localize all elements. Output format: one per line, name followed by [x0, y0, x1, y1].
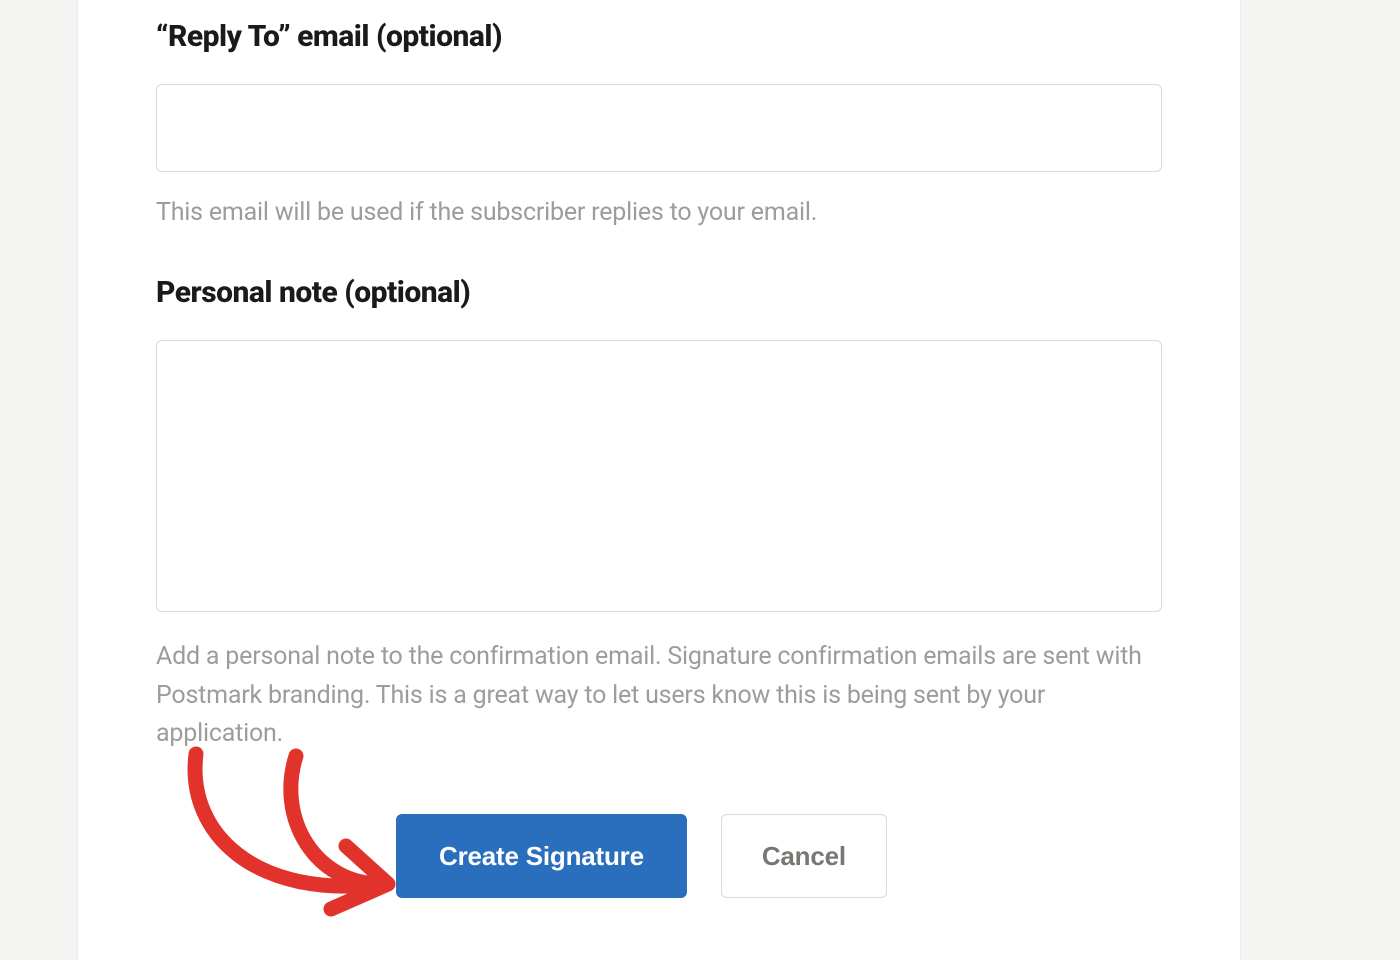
cancel-button[interactable]: Cancel	[721, 814, 887, 898]
reply-to-help: This email will be used if the subscribe…	[156, 194, 1162, 233]
form-card: “Reply To” email (optional) This email w…	[78, 0, 1240, 960]
personal-note-textarea[interactable]	[156, 340, 1162, 612]
reply-to-input[interactable]	[156, 84, 1162, 172]
annotation-arrow-icon	[156, 734, 416, 934]
personal-note-help: Add a personal note to the confirmation …	[156, 638, 1162, 754]
form-actions: Create Signature Cancel	[156, 814, 1162, 898]
personal-note-label: Personal note (optional)	[156, 274, 1162, 312]
create-signature-button[interactable]: Create Signature	[396, 814, 687, 898]
personal-note-group: Personal note (optional) Add a personal …	[156, 274, 1162, 754]
reply-to-group: “Reply To” email (optional) This email w…	[156, 18, 1162, 232]
reply-to-label: “Reply To” email (optional)	[156, 18, 1162, 56]
